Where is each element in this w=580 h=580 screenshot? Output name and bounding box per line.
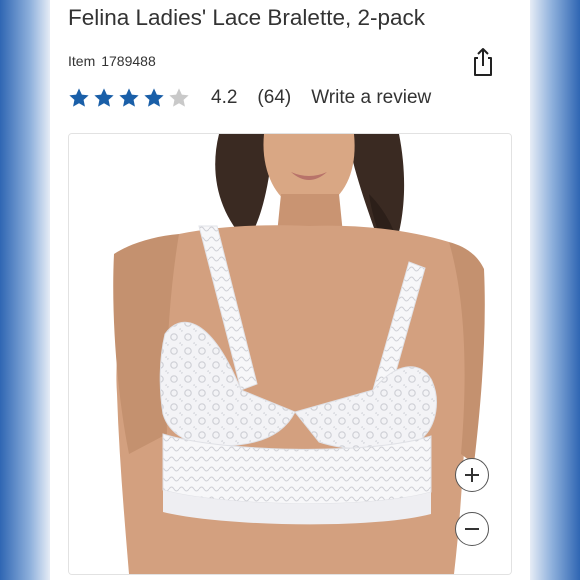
review-count-link[interactable]: (64)	[257, 87, 291, 109]
minus-icon	[465, 528, 479, 530]
write-review-link[interactable]: Write a review	[311, 87, 431, 109]
product-title: Felina Ladies' Lace Bralette, 2-pack	[68, 5, 426, 30]
product-card: Felina Ladies' Lace Bralette, 2-pack Ite…	[50, 0, 530, 580]
star-icon	[119, 88, 139, 107]
product-image-frame	[68, 133, 512, 575]
share-button[interactable]	[468, 46, 498, 78]
item-label: Item	[68, 53, 96, 69]
star-icon	[69, 88, 89, 107]
star-icon	[144, 88, 164, 107]
item-number: 1789488	[101, 53, 156, 69]
star-icon	[94, 88, 114, 107]
rating-row: 4.2 (64) Write a review	[68, 86, 431, 110]
rating-value: 4.2	[211, 87, 238, 108]
zoom-in-button[interactable]	[455, 458, 489, 492]
product-image[interactable]	[69, 134, 511, 574]
share-icon	[474, 48, 492, 76]
zoom-out-button[interactable]	[455, 512, 489, 546]
star-rating	[68, 87, 193, 109]
plus-icon	[465, 468, 479, 482]
item-number-row: Item 1789488	[68, 53, 156, 69]
star-icon	[169, 88, 189, 107]
